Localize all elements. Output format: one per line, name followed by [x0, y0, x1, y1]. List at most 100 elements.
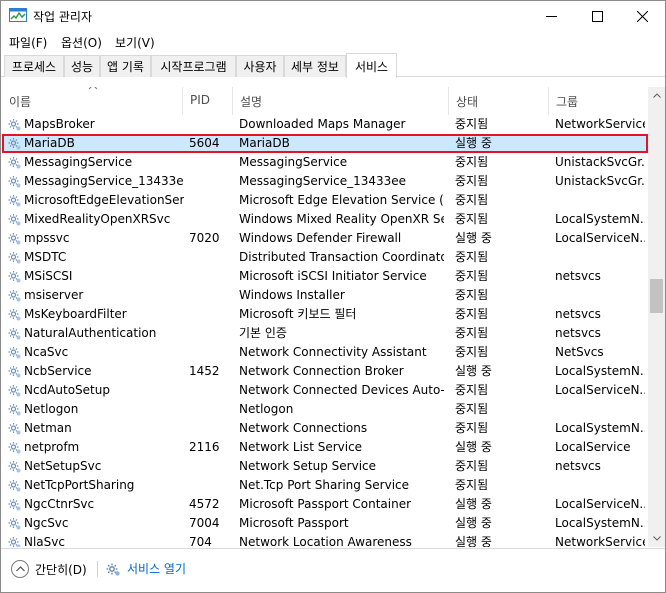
service-group: LocalServiceN...: [555, 383, 645, 397]
task-manager-window: 작업 관리자 파일(F) 옵션(O) 보기(V) 프로세스 성능 앱 기록 시작…: [0, 0, 666, 593]
service-status: 중지됨: [455, 155, 489, 169]
service-gear-icon: [8, 442, 21, 454]
service-pid: 704: [189, 535, 212, 547]
menu-options[interactable]: 옵션(O): [61, 34, 102, 51]
service-description: Network Connectivity Assistant: [239, 345, 427, 359]
service-pid: [189, 343, 233, 362]
table-row[interactable]: MSDTC Distributed Transaction Coordinator…: [2, 248, 648, 267]
service-name: NetTcpPortSharing: [24, 478, 135, 492]
service-group: NetworkService: [555, 535, 645, 547]
service-group: LocalService: [555, 440, 631, 454]
service-description: MessagingService: [239, 155, 348, 169]
service-name: mpssvc: [24, 231, 70, 245]
column-header-name[interactable]: 이름: [2, 87, 182, 115]
service-group: LocalSystemN...: [555, 212, 645, 226]
table-row[interactable]: Netlogon Netlogon 중지됨: [2, 400, 648, 419]
service-pid: 1452: [189, 364, 220, 378]
table-row[interactable]: msiserver Windows Installer 중지됨: [2, 286, 648, 305]
service-gear-icon: [8, 119, 21, 131]
table-row[interactable]: NetTcpPortSharing Net.Tcp Port Sharing Se…: [2, 476, 648, 495]
service-group: [555, 134, 645, 153]
tab-users[interactable]: 사용자: [236, 55, 284, 77]
service-gear-icon: [8, 404, 21, 416]
service-name: MicrosoftEdgeElevationSer...: [24, 193, 184, 207]
service-description: Microsoft Edge Elevation Service (...: [239, 193, 444, 207]
maximize-button[interactable]: [574, 1, 620, 31]
tab-services[interactable]: 서비스: [346, 53, 397, 78]
table-header: 이름 PID 설명 상태 그룹: [2, 87, 648, 115]
table-row[interactable]: netprofm 2116 Network List Service 실행 중 Loca…: [2, 438, 648, 457]
service-name: MSiSCSI: [24, 269, 73, 283]
tab-startup[interactable]: 시작프로그램: [151, 55, 236, 77]
service-group: [555, 191, 645, 210]
menu-view[interactable]: 보기(V): [115, 34, 155, 51]
service-status: 실행 중: [455, 535, 492, 547]
service-pid: [189, 115, 233, 134]
service-gear-icon: [8, 214, 21, 226]
service-pid: [189, 457, 233, 476]
table-row[interactable]: MessagingService MessagingService 중지됨 Unist…: [2, 153, 648, 172]
table-row[interactable]: MixedRealityOpenXRSvc Windows Mixed Reali…: [2, 210, 648, 229]
scrollbar-thumb[interactable]: [650, 279, 663, 313]
minimize-button[interactable]: [528, 1, 574, 31]
service-description: Microsoft 키보드 필터: [239, 307, 357, 321]
close-button[interactable]: [619, 1, 665, 31]
table-row[interactable]: NgcCtnrSvc 4572 Microsoft Passport Contain…: [2, 495, 648, 514]
table-row[interactable]: NaturalAuthentication 기본 인증 중지됨 netsvcs: [2, 324, 648, 343]
tab-details[interactable]: 세부 정보: [284, 55, 346, 77]
table-row[interactable]: MSiSCSI Microsoft iSCSI Initiator Service…: [2, 267, 648, 286]
table-row[interactable]: MariaDB 5604 MariaDB 실행 중: [2, 134, 648, 153]
column-header-description[interactable]: 설명: [232, 87, 448, 115]
open-services-link[interactable]: 서비스 열기: [105, 560, 186, 577]
collapse-button[interactable]: 간단히(D): [11, 560, 87, 578]
table-row[interactable]: NcaSvc Network Connectivity Assistant 중지됨 N…: [2, 343, 648, 362]
service-gear-icon: [8, 271, 21, 283]
table-row[interactable]: MapsBroker Downloaded Maps Manager 중지됨 Netw…: [2, 115, 648, 134]
scroll-down-button[interactable]: [648, 530, 665, 547]
service-status: 중지됨: [455, 326, 489, 340]
table-row[interactable]: mpssvc 7020 Windows Defender Firewall 실행 중 L…: [2, 229, 648, 248]
column-header-pid[interactable]: PID: [182, 87, 232, 115]
service-status: 실행 중: [455, 497, 492, 511]
table-row[interactable]: NetSetupSvc Network Setup Service 중지됨 netsv…: [2, 457, 648, 476]
table-row[interactable]: NcbService 1452 Network Connection Broker 실…: [2, 362, 648, 381]
scroll-down-arrow-icon: [652, 536, 661, 541]
service-status: 중지됨: [455, 174, 489, 188]
service-group: UnistackSvcGr...: [555, 155, 645, 169]
service-pid: 5604: [189, 136, 220, 150]
service-pid: [189, 210, 233, 229]
services-gear-icon: [106, 563, 120, 576]
service-name: MessagingService_13433ee: [24, 174, 184, 188]
tab-performance[interactable]: 성능: [64, 55, 100, 77]
service-group: [555, 286, 645, 305]
table-row[interactable]: NlaSvc 704 Network Location Awareness 실행 중 N…: [2, 533, 648, 547]
service-group: LocalSystemN...: [555, 421, 645, 435]
tab-app-history[interactable]: 앱 기록: [100, 55, 151, 77]
service-pid: [189, 172, 233, 191]
table-row[interactable]: MsKeyboardFilter Microsoft 키보드 필터 중지됨 netsv…: [2, 305, 648, 324]
column-header-status[interactable]: 상태: [448, 87, 548, 115]
table-row[interactable]: Netman Network Connections 중지됨 LocalSystemN…: [2, 419, 648, 438]
table-row[interactable]: MessagingService_13433ee MessagingService…: [2, 172, 648, 191]
service-name: MariaDB: [24, 136, 75, 150]
service-group: LocalServiceN...: [555, 497, 645, 511]
table-row[interactable]: NcdAutoSetup Network Connected Devices Au…: [2, 381, 648, 400]
service-pid: [189, 305, 233, 324]
service-description: 기본 인증: [239, 326, 287, 340]
service-name: NgcCtnrSvc: [24, 497, 95, 511]
service-name: NcbService: [24, 364, 92, 378]
vertical-scrollbar[interactable]: [648, 87, 665, 547]
service-gear-icon: [8, 328, 21, 340]
menu-file[interactable]: 파일(F): [9, 34, 47, 51]
table-row[interactable]: NgcSvc 7004 Microsoft Passport 실행 중 LocalSys…: [2, 514, 648, 533]
close-icon: [636, 10, 648, 22]
service-name: NaturalAuthentication: [24, 326, 157, 340]
service-description: MessagingService_13433ee: [239, 174, 407, 188]
table-row[interactable]: MicrosoftEdgeElevationSer... Microsoft Ed…: [2, 191, 648, 210]
service-status: 실행 중: [455, 136, 492, 150]
service-group: netsvcs: [555, 459, 601, 473]
tab-processes[interactable]: 프로세스: [4, 55, 64, 77]
scroll-up-button[interactable]: [648, 87, 665, 104]
service-gear-icon: [8, 347, 21, 359]
column-header-group[interactable]: 그룹: [548, 87, 648, 115]
